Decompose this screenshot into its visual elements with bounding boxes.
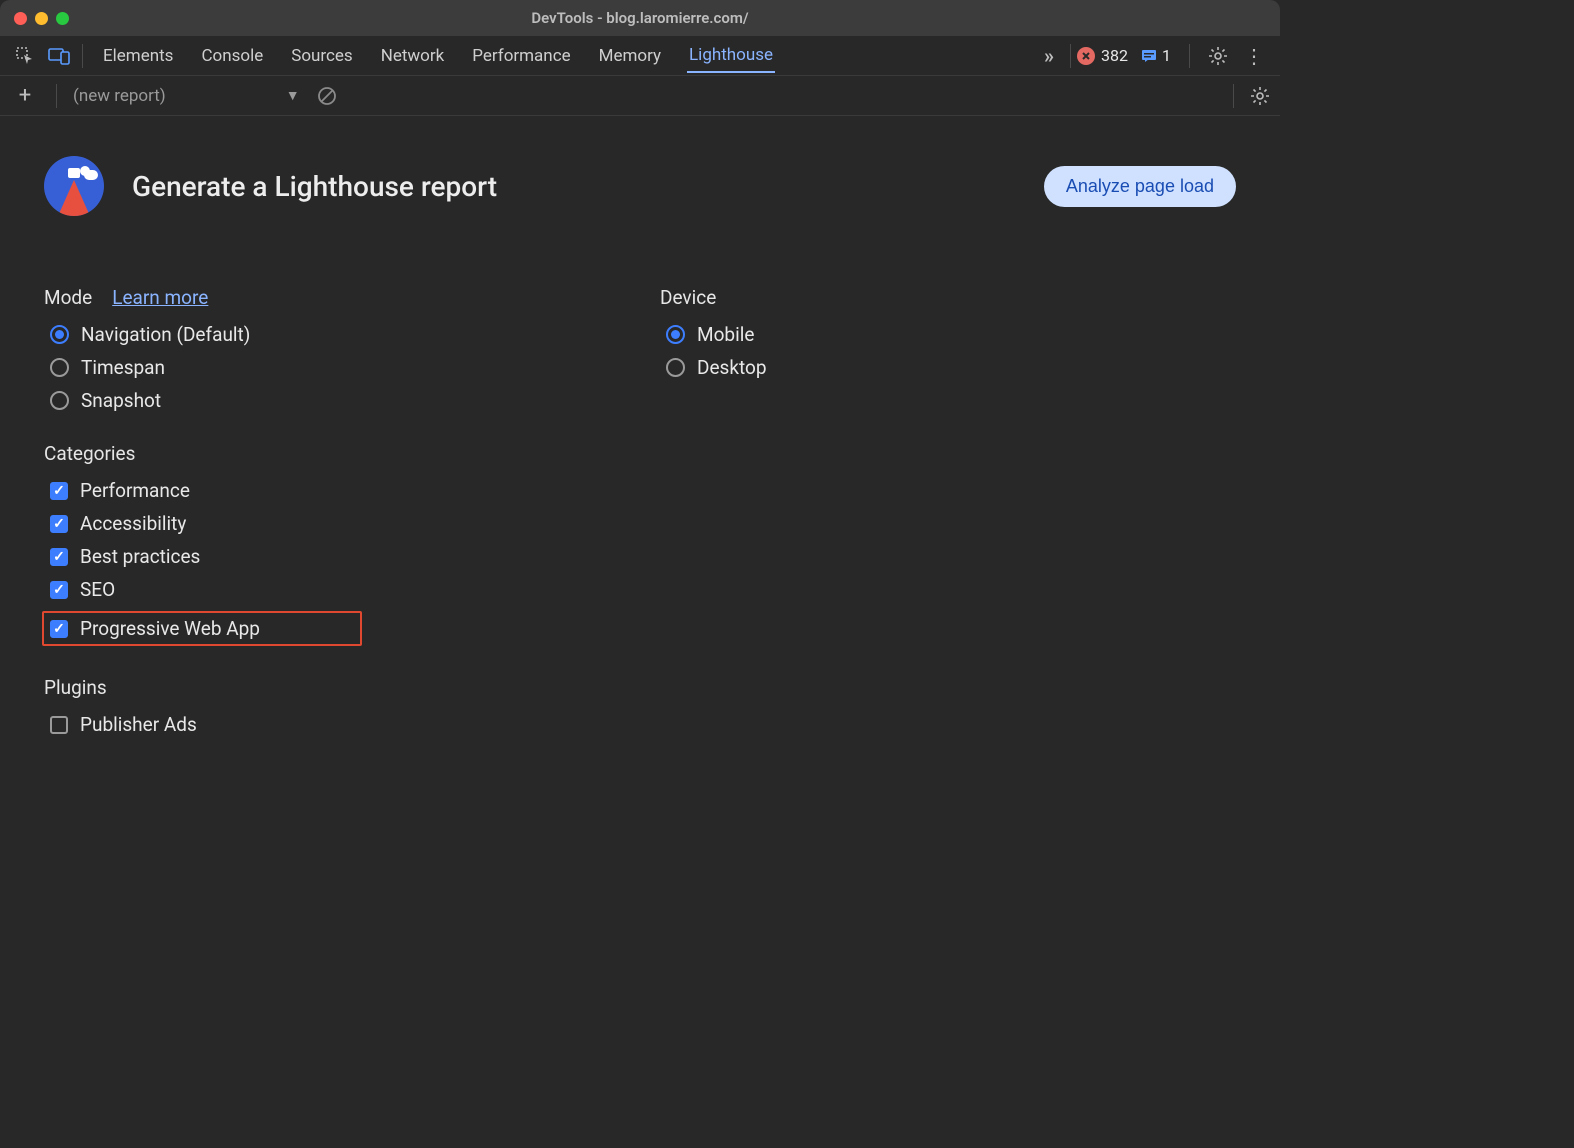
radio-icon <box>666 325 685 344</box>
device-options: Mobile Desktop <box>660 323 1236 379</box>
lighthouse-panel: Generate a Lighthouse report Analyze pag… <box>0 116 1280 776</box>
divider <box>1233 84 1234 108</box>
inspect-element-icon[interactable] <box>8 39 42 73</box>
category-option[interactable]: ✓ Progressive Web App <box>44 617 354 640</box>
tab-lighthouse[interactable]: Lighthouse <box>687 39 775 73</box>
radio-icon <box>50 391 69 410</box>
radio-icon <box>50 358 69 377</box>
category-option-label: Progressive Web App <box>80 617 260 640</box>
toolbar-right-cluster: 382 1 ⋮ <box>1077 44 1272 68</box>
radio-icon <box>666 358 685 377</box>
mode-option-label: Navigation (Default) <box>81 323 250 346</box>
category-option[interactable]: ✓ Performance <box>44 479 620 502</box>
plugin-option-label: Publisher Ads <box>80 713 197 736</box>
tab-sources[interactable]: Sources <box>289 40 354 72</box>
mode-option[interactable]: Navigation (Default) <box>44 323 620 346</box>
device-label: Device <box>660 286 1236 309</box>
category-option-label: Best practices <box>80 545 200 568</box>
chevron-down-icon: ▼ <box>286 87 300 104</box>
lighthouse-toolbar: + (new report) ▼ <box>0 76 1280 116</box>
category-option-label: Accessibility <box>80 512 186 535</box>
window-title: DevTools - blog.laromierre.com/ <box>531 9 748 27</box>
divider <box>1189 44 1190 68</box>
highlighted-option: ✓ Progressive Web App <box>42 611 362 646</box>
error-icon <box>1077 47 1095 65</box>
mode-option-label: Timespan <box>81 356 165 379</box>
close-window-icon[interactable] <box>14 12 27 25</box>
tab-console[interactable]: Console <box>199 40 265 72</box>
device-option-label: Mobile <box>697 323 754 346</box>
mode-label: Mode <box>44 286 92 309</box>
categories-label: Categories <box>44 442 620 465</box>
error-count-badge[interactable]: 382 <box>1077 46 1128 65</box>
page-title: Generate a Lighthouse report <box>132 170 1016 203</box>
left-column: Mode Learn more Navigation (Default) Time… <box>44 286 620 736</box>
right-column: Device Mobile Desktop <box>660 286 1236 736</box>
tab-elements[interactable]: Elements <box>101 40 175 72</box>
checkbox-icon: ✓ <box>50 548 68 566</box>
minimize-window-icon[interactable] <box>35 12 48 25</box>
tab-network[interactable]: Network <box>379 40 447 72</box>
titlebar: DevTools - blog.laromierre.com/ <box>0 0 1280 36</box>
maximize-window-icon[interactable] <box>56 12 69 25</box>
error-count: 382 <box>1101 46 1128 65</box>
plugins-label: Plugins <box>44 676 620 699</box>
message-count: 1 <box>1162 46 1171 65</box>
checkbox-icon: ✓ <box>50 620 68 638</box>
device-toolbar-icon[interactable] <box>42 39 76 73</box>
category-option-label: Performance <box>80 479 190 502</box>
report-select-label: (new report) <box>73 86 166 106</box>
plugin-option[interactable]: Publisher Ads <box>44 713 620 736</box>
category-option[interactable]: ✓ Best practices <box>44 545 620 568</box>
plugins-section: Plugins Publisher Ads <box>44 676 620 736</box>
lighthouse-form: Mode Learn more Navigation (Default) Time… <box>44 286 1236 736</box>
category-options: ✓ Performance ✓ Accessibility ✓ Best practice… <box>44 479 620 646</box>
category-option[interactable]: ✓ SEO <box>44 578 620 601</box>
lighthouse-header: Generate a Lighthouse report Analyze pag… <box>44 156 1236 216</box>
divider <box>82 44 83 68</box>
mode-option[interactable]: Timespan <box>44 356 620 379</box>
message-count-badge[interactable]: 1 <box>1140 46 1171 65</box>
message-icon <box>1140 47 1158 65</box>
checkbox-icon: ✓ <box>50 482 68 500</box>
divider <box>1070 44 1071 68</box>
new-report-button[interactable]: + <box>10 83 40 108</box>
device-option[interactable]: Desktop <box>660 356 1236 379</box>
analyze-page-load-button[interactable]: Analyze page load <box>1044 166 1236 207</box>
learn-more-link[interactable]: Learn more <box>112 286 208 309</box>
mode-section-label: Mode Learn more <box>44 286 620 309</box>
tab-performance[interactable]: Performance <box>470 40 572 72</box>
checkbox-icon: ✓ <box>50 581 68 599</box>
more-tabs-icon[interactable]: » <box>1034 44 1064 68</box>
device-option-label: Desktop <box>697 356 767 379</box>
checkbox-icon <box>50 716 68 734</box>
radio-icon <box>50 325 69 344</box>
category-option-label: SEO <box>80 578 115 601</box>
traffic-lights <box>14 12 69 25</box>
panel-settings-icon[interactable] <box>1250 86 1270 106</box>
mode-options: Navigation (Default) Timespan Snapshot <box>44 323 620 412</box>
category-option[interactable]: ✓ Accessibility <box>44 512 620 535</box>
kebab-menu-icon[interactable]: ⋮ <box>1240 44 1268 68</box>
categories-section: Categories ✓ Performance ✓ Accessibility ✓ Be… <box>44 442 620 646</box>
devtools-tabs-row: Elements Console Sources Network Perform… <box>0 36 1280 76</box>
mode-option[interactable]: Snapshot <box>44 389 620 412</box>
settings-icon[interactable] <box>1208 46 1228 66</box>
lighthouse-logo-icon <box>44 156 104 216</box>
clear-icon[interactable] <box>316 85 338 107</box>
checkbox-icon: ✓ <box>50 515 68 533</box>
report-select[interactable]: (new report) ▼ <box>73 86 300 106</box>
plugin-options: Publisher Ads <box>44 713 620 736</box>
divider <box>56 84 57 108</box>
devtools-tabs: Elements Console Sources Network Perform… <box>101 39 1034 73</box>
mode-option-label: Snapshot <box>81 389 161 412</box>
tab-memory[interactable]: Memory <box>597 40 663 72</box>
device-option[interactable]: Mobile <box>660 323 1236 346</box>
